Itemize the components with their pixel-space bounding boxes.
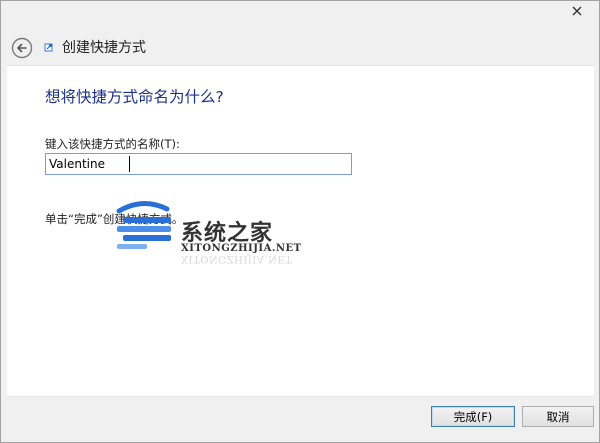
- back-button[interactable]: [11, 37, 33, 59]
- page-heading: 想将快捷方式命名为什么?: [45, 88, 224, 106]
- wizard-content: 想将快捷方式命名为什么? 键入该快捷方式的名称(T): 单击“完成”创建快捷方式…: [7, 65, 594, 397]
- wizard-footer: 完成(F) 取消: [1, 396, 599, 442]
- finish-button[interactable]: 完成(F): [431, 406, 515, 427]
- text-caret: [129, 156, 130, 172]
- title-bar: [1, 1, 599, 27]
- watermark-logo-icon: [116, 201, 171, 249]
- cancel-button[interactable]: 取消: [522, 406, 594, 427]
- watermark-url-reflection: XITONGZHIJIA.NET: [181, 253, 293, 264]
- shortcut-name-label: 键入该快捷方式的名称(T):: [45, 137, 180, 151]
- wizard-nav-bar: 创建快捷方式: [1, 27, 599, 65]
- back-arrow-icon: [11, 37, 33, 59]
- close-icon: [572, 6, 582, 15]
- shortcut-icon: [44, 43, 53, 52]
- shortcut-name-input[interactable]: [45, 153, 352, 175]
- watermark: 系统之家 XITONGZHIJIA.NET XITONGZHIJIA.NET: [105, 199, 315, 269]
- wizard-title: 创建快捷方式: [62, 40, 146, 56]
- close-button[interactable]: [563, 1, 591, 20]
- create-shortcut-window: 创建快捷方式 想将快捷方式命名为什么? 键入该快捷方式的名称(T): 单击“完成…: [0, 0, 600, 443]
